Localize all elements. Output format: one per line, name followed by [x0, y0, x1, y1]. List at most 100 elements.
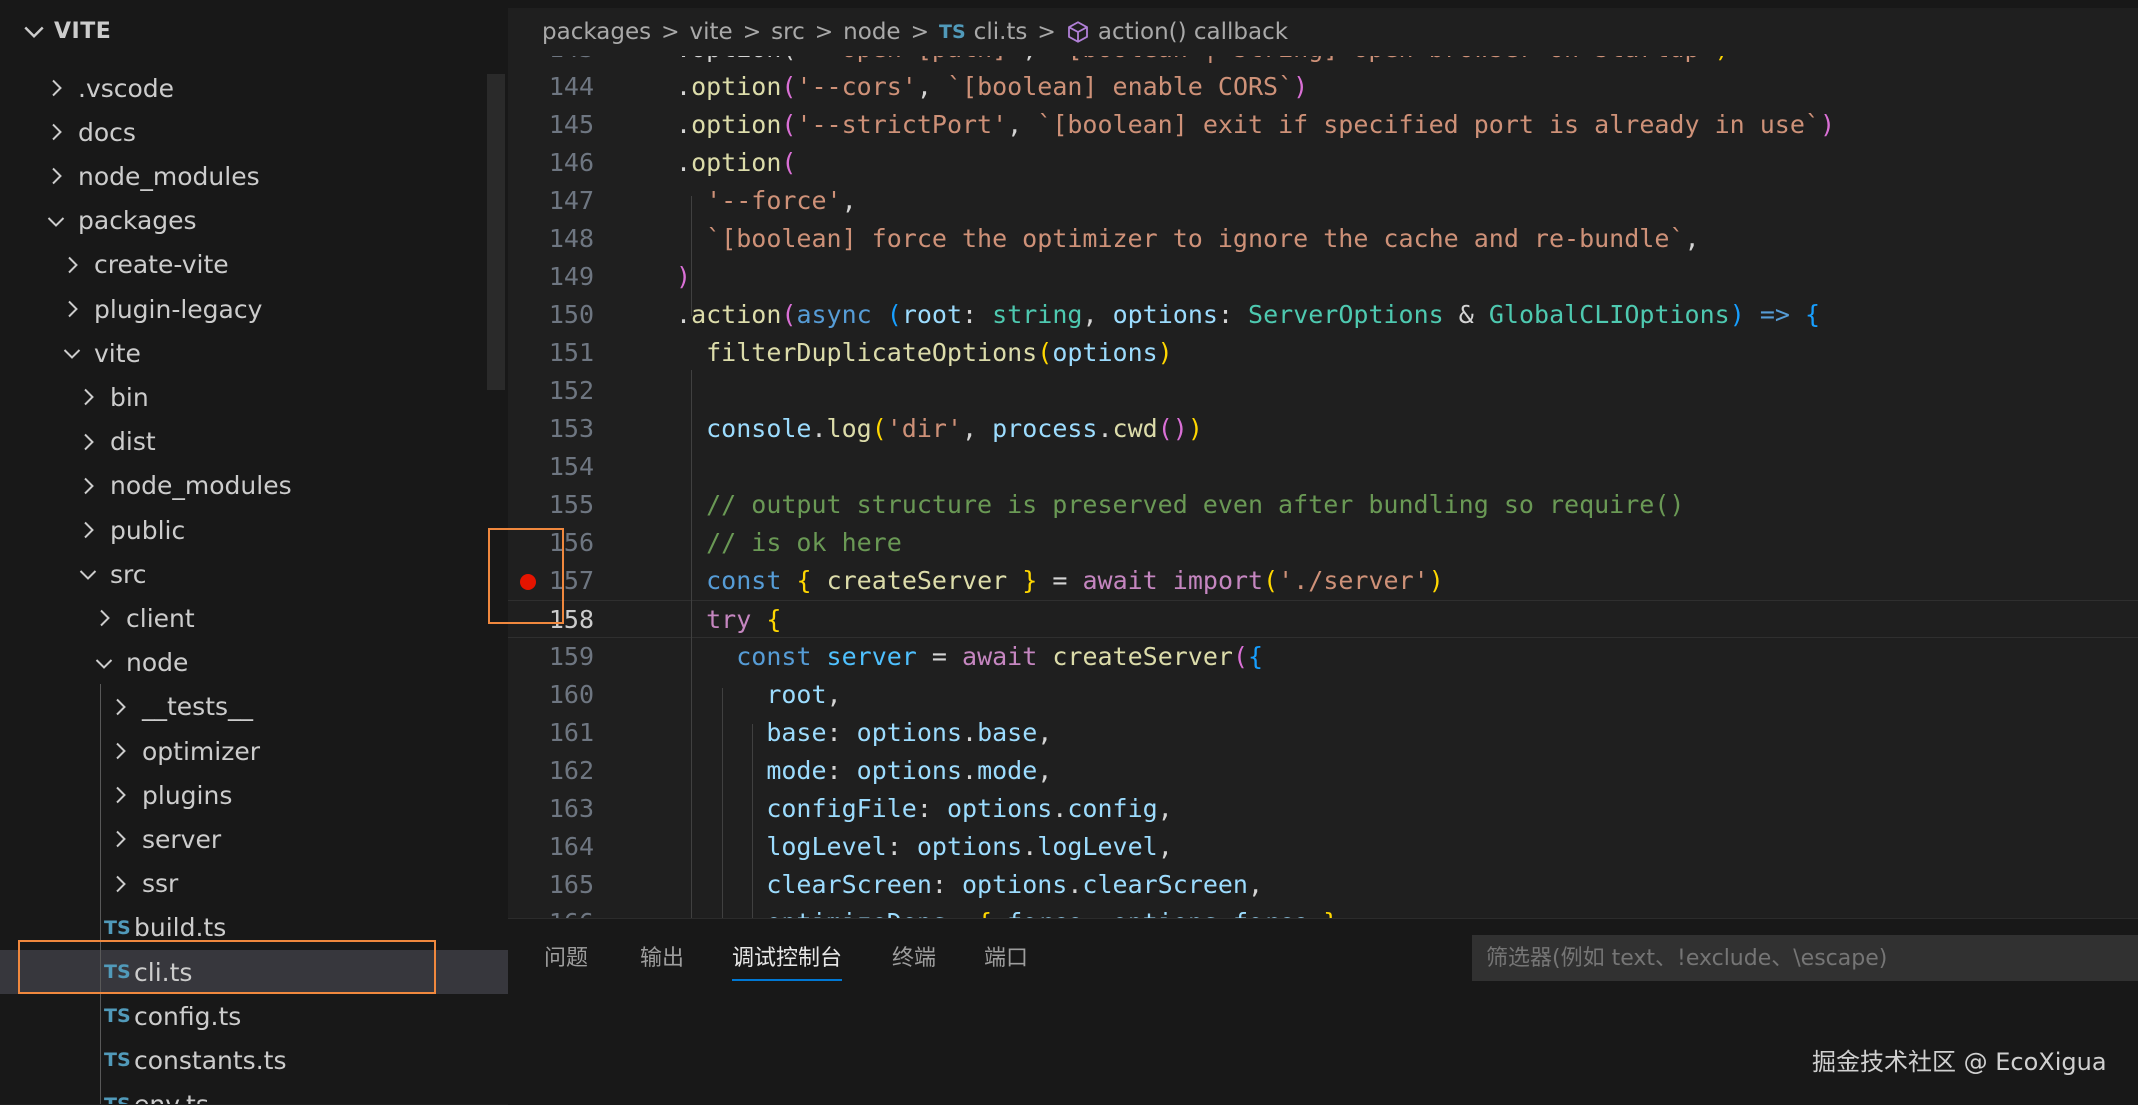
chevron-down-icon[interactable]: [44, 209, 68, 233]
chevron-right-icon[interactable]: [92, 606, 116, 630]
code-line[interactable]: 154: [508, 448, 2138, 486]
chevron-right-icon[interactable]: [44, 76, 68, 100]
chevron-right-icon[interactable]: [108, 695, 132, 719]
line-number: 152: [548, 376, 594, 405]
code-line[interactable]: 157 const { createServer } = await impor…: [508, 562, 2138, 600]
debug-filter-input[interactable]: [1472, 935, 2138, 981]
tab-ports[interactable]: 端口: [984, 939, 1028, 979]
code-token: .: [676, 110, 692, 139]
chevron-right-icon[interactable]: [76, 430, 100, 454]
chevron-right-icon[interactable]: [76, 474, 100, 498]
code-line[interactable]: 153 console.log('dir', process.cwd()): [508, 410, 2138, 448]
code-line[interactable]: 143 .option('--open [path]', `[boolean | …: [508, 56, 2138, 68]
code-token: const: [736, 642, 812, 671]
code-line[interactable]: 159 const server = await createServer({: [508, 638, 2138, 676]
code-line[interactable]: 148 `[boolean] force the optimizer to ig…: [508, 220, 2138, 258]
line-number: 148: [548, 224, 594, 253]
breadcrumb-separator: >: [661, 19, 680, 45]
code-line[interactable]: 150 .action(async (root: string, options:…: [508, 296, 2138, 334]
tree-item[interactable]: TS config.ts: [0, 994, 508, 1038]
tree-item-label: create-vite: [94, 250, 229, 280]
line-number: 163: [548, 794, 594, 823]
code-token: ,: [841, 186, 857, 215]
tree-item[interactable]: src: [0, 552, 508, 596]
tree-item[interactable]: .vscode: [0, 66, 508, 110]
tree-item[interactable]: TS constants.ts: [0, 1038, 508, 1082]
tree-item[interactable]: ssr: [0, 862, 508, 906]
code-token: ,: [1037, 718, 1053, 747]
chevron-right-icon[interactable]: [44, 164, 68, 188]
tree-item[interactable]: client: [0, 596, 508, 640]
code-line[interactable]: 149): [508, 258, 2138, 296]
code-line[interactable]: 144 .option('--cors', `[boolean] enable C…: [508, 68, 2138, 106]
breadcrumb-item[interactable]: cli.ts: [974, 19, 1028, 45]
code-editor[interactable]: 143.option('--open [path]', `[boolean | …: [508, 56, 2138, 918]
chevron-right-icon[interactable]: [76, 385, 100, 409]
line-number: 149: [548, 262, 594, 291]
tree-item[interactable]: server: [0, 817, 508, 861]
chevron-right-icon[interactable]: [60, 253, 84, 277]
tab-terminal[interactable]: 终端: [892, 939, 936, 979]
code-line[interactable]: 156 // is ok here: [508, 524, 2138, 562]
tab-debug-console[interactable]: 调试控制台: [732, 939, 843, 981]
chevron-right-icon[interactable]: [60, 297, 84, 321]
tree-item[interactable]: TSenv.ts: [0, 1083, 508, 1104]
code-line[interactable]: 155 // output structure is preserved eve…: [508, 486, 2138, 524]
breadcrumb-item[interactable]: packages: [542, 19, 651, 45]
code-line[interactable]: 146 .option(: [508, 144, 2138, 182]
breadcrumb-item[interactable]: action() callback: [1098, 19, 1288, 45]
breadcrumb-item[interactable]: node: [843, 19, 900, 45]
tree-item[interactable]: plugins: [0, 773, 508, 817]
tree-item[interactable]: node_modules: [0, 464, 508, 508]
tree-item[interactable]: packages: [0, 199, 508, 243]
chevron-right-icon[interactable]: [108, 827, 132, 851]
chevron-down-icon[interactable]: [92, 651, 116, 675]
code-token: =>: [1759, 300, 1790, 329]
code-line[interactable]: 158 try {: [508, 600, 2138, 638]
code-token: options: [946, 794, 1053, 823]
code-token: ServerOptions: [1248, 300, 1444, 329]
tab-problems[interactable]: 问题: [544, 939, 588, 979]
code-line[interactable]: 145 .option('--strictPort', `[boolean] ex…: [508, 106, 2138, 144]
code-token: '--strictPort': [796, 110, 1008, 139]
code-line[interactable]: 152: [508, 372, 2138, 410]
tree-item[interactable]: docs: [0, 110, 508, 154]
tree-item[interactable]: node: [0, 641, 508, 685]
tree-item-label: build.ts: [134, 913, 227, 943]
code-token: createServer: [1052, 642, 1233, 671]
tree-item[interactable]: create-vite: [0, 243, 508, 287]
chevron-down-icon[interactable]: [60, 341, 84, 365]
chevron-right-icon[interactable]: [108, 783, 132, 807]
tree-item[interactable]: node_modules: [0, 154, 508, 198]
tree-item[interactable]: optimizer: [0, 729, 508, 773]
tree-item[interactable]: bin: [0, 375, 508, 419]
breadcrumb-item[interactable]: vite: [690, 19, 733, 45]
tree-item[interactable]: __tests__: [0, 685, 508, 729]
tree-item[interactable]: vite: [0, 331, 508, 375]
chevron-right-icon[interactable]: [108, 739, 132, 763]
explorer-scrollbar[interactable]: [487, 74, 505, 390]
explorer-header[interactable]: VITE: [0, 0, 508, 62]
code-token: logLevel: [766, 832, 887, 861]
chevron-right-icon[interactable]: [44, 120, 68, 144]
code-line[interactable]: 160 root,: [508, 676, 2138, 714]
tab-output[interactable]: 输出: [640, 939, 684, 979]
tree-item-label: bin: [110, 382, 149, 412]
breadcrumb-item[interactable]: src: [771, 19, 805, 45]
tree-item[interactable]: plugin-legacy: [0, 287, 508, 331]
tree-item[interactable]: dist: [0, 420, 508, 464]
code-text: configFile: options.config,: [676, 790, 1173, 828]
code-text: const { createServer } = await import('.…: [676, 562, 1444, 600]
chevron-right-icon[interactable]: [108, 872, 132, 896]
code-token: .: [676, 72, 692, 101]
code-token: console: [706, 414, 812, 443]
tree-item[interactable]: public: [0, 508, 508, 552]
code-token: (: [1037, 338, 1053, 367]
chevron-down-icon[interactable]: [76, 562, 100, 586]
code-line[interactable]: 147 '--force',: [508, 182, 2138, 220]
code-line[interactable]: 151 filterDuplicateOptions(options): [508, 334, 2138, 372]
tree-indent-guide: [100, 684, 101, 1104]
chevron-right-icon[interactable]: [76, 518, 100, 542]
code-token: ,: [1157, 794, 1173, 823]
